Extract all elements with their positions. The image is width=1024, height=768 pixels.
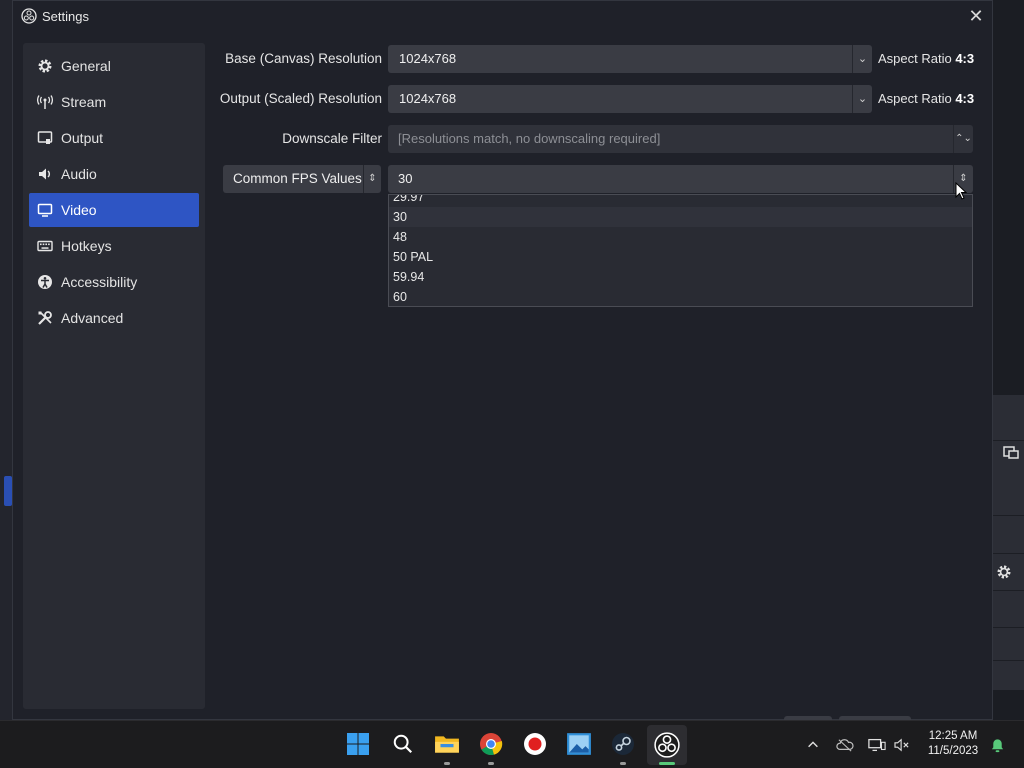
fps-option[interactable]: 60 — [389, 287, 972, 306]
fps-option[interactable]: 59.94 — [389, 267, 972, 287]
window-title: Settings — [42, 9, 89, 24]
record-icon[interactable] — [521, 730, 549, 758]
sidebar-item-output[interactable]: Output — [29, 121, 199, 155]
sidebar-item-label: Advanced — [61, 310, 124, 326]
output-resolution-combo[interactable]: 1024x768 ⌄ — [388, 85, 872, 113]
antenna-icon — [37, 94, 53, 110]
panel-divider — [993, 553, 1024, 554]
fps-option[interactable]: 48 — [389, 227, 972, 247]
volume-muted-icon[interactable] — [892, 735, 912, 755]
updown-arrows-icon[interactable]: ⇕ — [363, 165, 381, 193]
speaker-icon — [37, 166, 53, 182]
base-resolution-combo[interactable]: 1024x768 ⌄ — [388, 45, 872, 73]
sidebar-item-label: General — [61, 58, 111, 74]
sidebar-item-label: Audio — [61, 166, 97, 182]
network-icon[interactable] — [867, 735, 887, 755]
fps-dropdown-list: 29.97 30 48 50 PAL 59.94 60 — [388, 194, 973, 307]
output-resolution-label: Output (Scaled) Resolution — [219, 91, 382, 106]
panel-divider — [993, 440, 1024, 441]
obs-logo-icon — [21, 8, 37, 24]
chevron-down-icon[interactable]: ⌄ — [852, 45, 872, 73]
sidebar-item-audio[interactable]: Audio — [29, 157, 199, 191]
obs-main-window-left-edge — [0, 0, 12, 720]
output-resolution-row: Output (Scaled) Resolution 1024x768 ⌄ As… — [216, 85, 976, 113]
output-aspect-ratio: Aspect Ratio 4:3 — [878, 91, 975, 106]
panel-divider — [993, 590, 1024, 591]
fps-option[interactable]: 30 — [389, 207, 972, 227]
settings-gear-icon[interactable] — [996, 564, 1014, 582]
panel-divider — [993, 660, 1024, 661]
updown-arrows-icon: ⌃⌄ — [953, 125, 973, 153]
running-indicator — [444, 762, 450, 765]
sidebar-item-hotkeys[interactable]: Hotkeys — [29, 229, 199, 263]
running-indicator — [659, 762, 675, 765]
onedrive-icon[interactable] — [835, 735, 855, 755]
downscale-filter-value: [Resolutions match, no downscaling requi… — [398, 131, 661, 146]
search-icon[interactable] — [389, 730, 417, 758]
sidebar-item-stream[interactable]: Stream — [29, 85, 199, 119]
sidebar-item-label: Stream — [61, 94, 107, 110]
base-resolution-row: Base (Canvas) Resolution 1024x768 ⌄ Aspe… — [216, 45, 976, 73]
obs-main-window-selected-scene — [4, 476, 12, 506]
sidebar-item-label: Hotkeys — [61, 238, 112, 254]
tools-icon — [37, 310, 53, 326]
close-button[interactable]: ✕ — [964, 4, 988, 28]
chrome-icon[interactable] — [477, 730, 505, 758]
fps-value: 30 — [398, 171, 413, 186]
output-icon — [37, 130, 53, 146]
obs-icon[interactable] — [647, 725, 687, 765]
panel-divider — [993, 627, 1024, 628]
fps-type-value: Common FPS Values — [233, 171, 362, 186]
base-resolution-label: Base (Canvas) Resolution — [225, 51, 382, 66]
sidebar-item-advanced[interactable]: Advanced — [29, 301, 199, 335]
notification-bell-icon[interactable] — [987, 735, 1007, 755]
fps-type-combo[interactable]: Common FPS Values ⇕ — [223, 165, 381, 193]
start-icon[interactable] — [344, 730, 372, 758]
chevron-up-icon[interactable] — [803, 735, 823, 755]
title-bar: Settings ✕ — [13, 1, 992, 31]
panel-divider — [993, 515, 1024, 516]
base-aspect-ratio: Aspect Ratio 4:3 — [878, 51, 975, 66]
photos-icon[interactable] — [565, 730, 593, 758]
sidebar-item-label: Output — [61, 130, 104, 146]
taskbar-clock[interactable]: 12:25 AM 11/5/2023 — [918, 729, 988, 759]
fps-option[interactable]: 29.97 — [389, 195, 972, 207]
mouse-cursor-icon — [955, 181, 968, 200]
downscale-filter-row: Downscale Filter [Resolutions match, no … — [216, 125, 976, 153]
running-indicator — [488, 762, 494, 765]
keyboard-icon — [37, 238, 53, 254]
base-resolution-value: 1024x768 — [399, 51, 457, 66]
downscale-filter-label: Downscale Filter — [282, 131, 382, 146]
output-resolution-value: 1024x768 — [399, 91, 457, 106]
sidebar-item-label: Video — [61, 202, 97, 218]
gear-icon — [37, 58, 53, 74]
fps-row: Common FPS Values ⇕ 30 ⇕ — [216, 165, 976, 193]
clock-date: 11/5/2023 — [927, 745, 979, 757]
running-indicator — [620, 762, 626, 765]
fps-value-combo[interactable]: 30 ⇕ — [388, 165, 973, 193]
sidebar-item-label: Accessibility — [61, 274, 138, 290]
steam-icon[interactable] — [609, 730, 637, 758]
settings-sidebar: General Stream Output Audio Video Hotkey… — [23, 43, 205, 709]
sidebar-item-video[interactable]: Video — [29, 193, 199, 227]
file-explorer-icon[interactable] — [433, 730, 461, 758]
fps-option[interactable]: 50 PAL — [389, 247, 972, 267]
sidebar-item-general[interactable]: General — [29, 49, 199, 83]
accessibility-icon — [37, 274, 53, 290]
chevron-down-icon[interactable]: ⌄ — [852, 85, 872, 113]
downscale-filter-combo: [Resolutions match, no downscaling requi… — [388, 125, 973, 153]
windows-taskbar: 12:25 AM 11/5/2023 — [0, 720, 1024, 768]
sidebar-item-accessibility[interactable]: Accessibility — [29, 265, 199, 299]
clock-time: 12:25 AM — [928, 730, 978, 742]
popout-icon[interactable] — [1003, 444, 1019, 460]
monitor-icon — [37, 202, 53, 218]
